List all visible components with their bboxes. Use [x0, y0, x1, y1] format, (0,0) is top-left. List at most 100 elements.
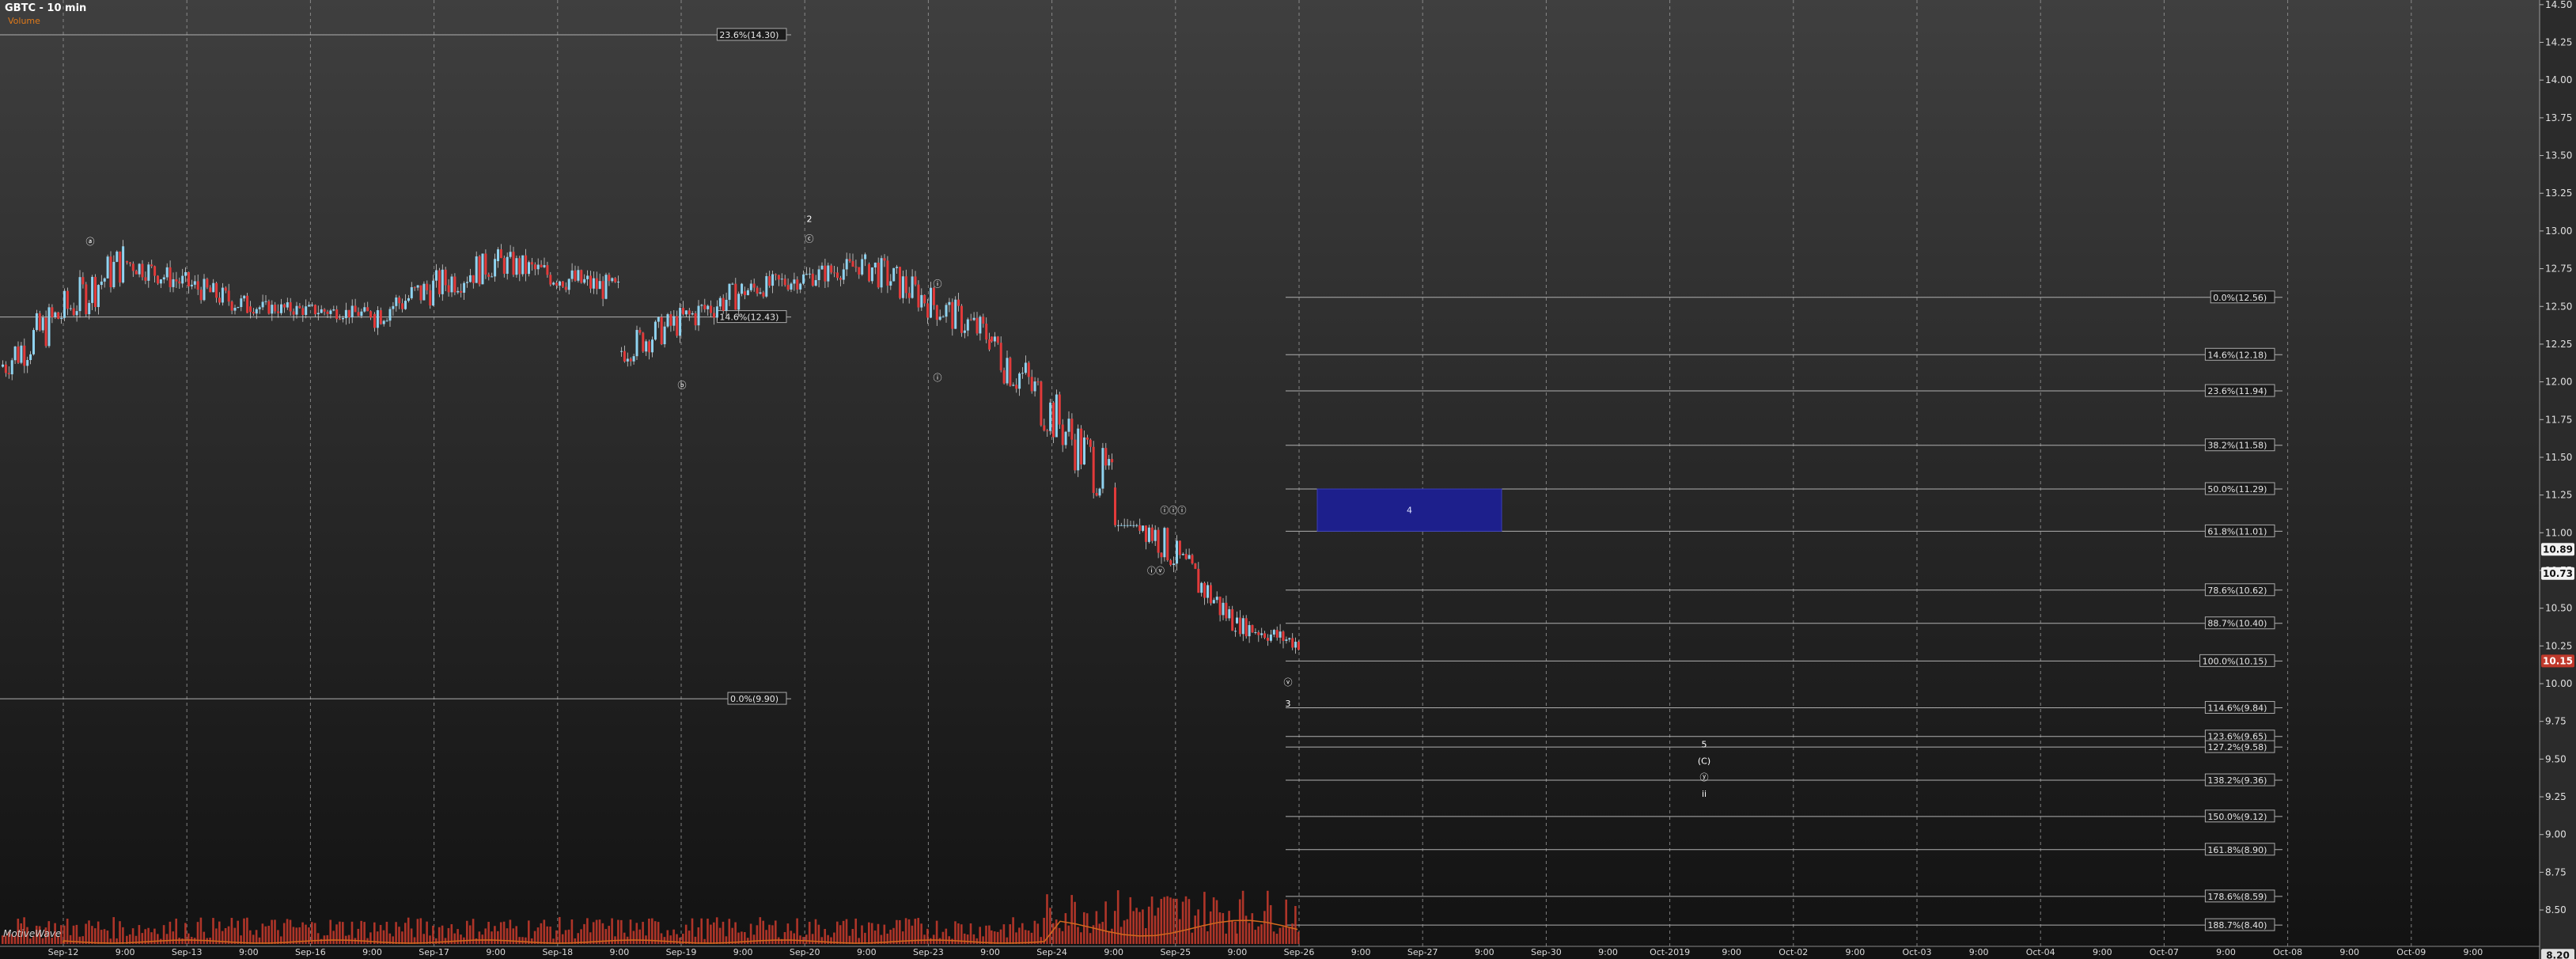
candle-body	[261, 301, 264, 308]
volume-bar	[497, 931, 499, 944]
x-tick-label: Oct-2019	[1650, 947, 1690, 957]
candle-body	[979, 317, 982, 334]
candle-body	[354, 305, 357, 313]
price-axis-background	[2540, 0, 2576, 959]
y-tick-label: 14.25	[2545, 37, 2572, 48]
volume-bar	[839, 925, 842, 944]
candle-body	[1046, 430, 1049, 432]
candle-body	[81, 277, 85, 285]
candle-body	[1089, 439, 1092, 447]
volume-bar	[401, 931, 403, 944]
volume-bar	[188, 933, 190, 944]
volume-bar	[494, 926, 496, 944]
volume-bar	[873, 931, 877, 944]
candle-body	[608, 275, 611, 282]
candle-body	[930, 287, 932, 318]
volume-bar	[951, 938, 953, 944]
candle-body	[1215, 597, 1218, 601]
volume-bar	[1222, 912, 1225, 944]
volume-bar	[604, 929, 608, 944]
volume-bar	[1231, 919, 1233, 944]
candle-body	[1074, 439, 1077, 471]
volume-bar	[398, 927, 400, 944]
candle-body	[528, 262, 530, 275]
price-chart[interactable]: Sep-12 9:00 Sep-13 9:00 Sep-16 9:00 Sep-17 9:00…	[0, 0, 2576, 959]
candle-body	[150, 264, 153, 267]
y-tick-label: 9.75	[2545, 716, 2567, 727]
candle-body	[13, 346, 17, 361]
candle-body	[710, 305, 713, 313]
wave-label: ⓨ	[1700, 772, 1709, 783]
candle-body	[1145, 525, 1147, 542]
candle-body	[1033, 381, 1036, 392]
x-tick-label: Sep-30	[1531, 947, 1562, 957]
x-tick-label: Sep-25	[1160, 947, 1191, 957]
candle-body	[901, 276, 904, 298]
candle-body	[1070, 419, 1074, 440]
volume-bar	[521, 937, 524, 944]
candle-body	[877, 262, 880, 288]
candle-body	[7, 373, 10, 375]
candle-body	[32, 330, 35, 354]
candle-body	[106, 256, 109, 279]
fib-level-label: 178.6%(8.59)	[2207, 892, 2267, 902]
candle-body	[1030, 377, 1033, 392]
candle-body	[1002, 370, 1006, 384]
candle-body	[1257, 632, 1260, 635]
volume-bar	[91, 926, 93, 944]
candle-body	[951, 301, 954, 329]
candle-body	[1184, 553, 1188, 559]
candle-body	[4, 364, 7, 373]
candle-body	[447, 285, 450, 293]
candle-body	[91, 276, 94, 303]
candle-body	[350, 305, 354, 318]
volume-bar	[1142, 909, 1144, 944]
volume-bar	[540, 923, 543, 944]
wave-label: ⓘⓥ	[1147, 566, 1165, 576]
y-tick-label: 13.25	[2545, 188, 2572, 199]
candle-body	[808, 273, 811, 275]
volume-bar	[883, 924, 886, 944]
volume-bar	[332, 931, 335, 944]
candle-body	[1291, 638, 1294, 648]
volume-label: Volume	[8, 16, 40, 26]
volume-bar	[1238, 899, 1241, 944]
candle-body	[233, 308, 237, 311]
chart-area[interactable]: Sep-12 9:00 Sep-13 9:00 Sep-16 9:00 Sep-17 9:00…	[0, 0, 2576, 959]
volume-bar	[385, 921, 388, 944]
candle-body	[1077, 428, 1080, 471]
candle-body	[1027, 362, 1030, 377]
candle-body	[999, 343, 1002, 370]
volume-bar	[444, 938, 447, 944]
candle-body	[88, 302, 91, 315]
volume-bar	[1160, 899, 1163, 944]
volume-bar	[1282, 927, 1285, 944]
candle-body	[264, 301, 267, 302]
fib-level-label: 88.7%(10.40)	[2207, 619, 2267, 629]
candle-body	[817, 269, 820, 281]
fib-level-label: 23.6%(14.30)	[719, 30, 778, 40]
volume-bar	[316, 933, 320, 944]
candle-body	[1055, 394, 1058, 438]
candle-body	[112, 261, 116, 287]
candle-body	[552, 282, 555, 285]
volume-bar	[1012, 917, 1014, 944]
candle-body	[494, 259, 497, 277]
candle-body	[604, 275, 608, 299]
candle-body	[957, 299, 960, 306]
candle-body	[533, 264, 536, 270]
volume-bar	[811, 934, 814, 944]
candle-body	[771, 274, 775, 286]
candle-body	[344, 309, 347, 319]
fib-level-label: 150.0%(9.12)	[2207, 812, 2267, 822]
volume-bar	[1169, 897, 1172, 944]
candle-body	[920, 294, 923, 308]
candle-body	[907, 293, 911, 298]
candle-body	[1272, 630, 1275, 635]
volume-bar	[546, 926, 548, 944]
candle-body	[653, 321, 657, 340]
x-tick-label: 9:00	[239, 947, 259, 957]
volume-bar	[432, 925, 434, 944]
candle-body	[985, 324, 988, 340]
candle-body	[395, 297, 398, 306]
